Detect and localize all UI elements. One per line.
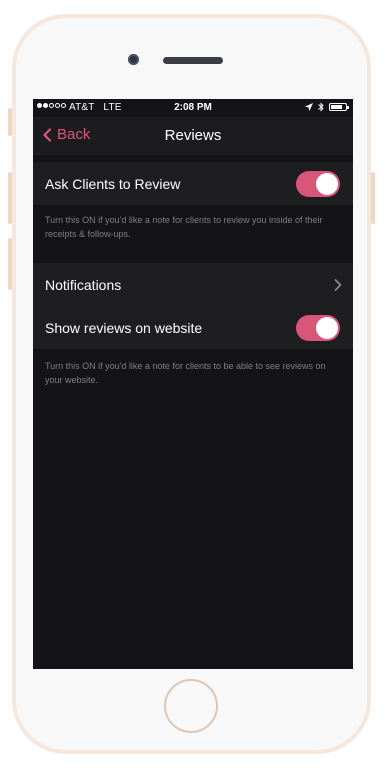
ask-clients-review-toggle[interactable]	[296, 170, 340, 197]
earpiece-speaker	[163, 57, 223, 64]
notifications-row[interactable]: Notifications	[33, 263, 353, 306]
show-reviews-toggle[interactable]	[296, 314, 340, 341]
show-reviews-note: Turn this ON if you'd like a note for cl…	[45, 361, 326, 385]
show-reviews-row[interactable]: Show reviews on website	[33, 306, 353, 349]
mute-switch	[8, 108, 12, 136]
app-screen: AT&T LTE 2:08 PM Back Reviews Ask Client…	[33, 99, 353, 669]
volume-up-button	[8, 172, 12, 224]
notifications-label: Notifications	[45, 276, 122, 293]
battery-level-fill	[331, 105, 342, 109]
location-arrow-icon	[305, 103, 313, 111]
home-button[interactable]	[164, 679, 218, 733]
ask-clients-review-label: Ask Clients to Review	[45, 175, 181, 192]
volume-down-button	[8, 238, 12, 290]
battery-icon	[329, 103, 349, 111]
chevron-right-icon	[334, 278, 342, 291]
status-bar: AT&T LTE 2:08 PM	[33, 99, 353, 117]
front-camera	[128, 54, 139, 65]
show-reviews-label: Show reviews on website	[45, 319, 203, 336]
page-title: Reviews	[164, 127, 222, 144]
power-button	[371, 172, 375, 224]
toggle-knob	[316, 172, 338, 195]
status-icons	[305, 102, 349, 112]
navigation-bar: Back Reviews	[33, 117, 353, 155]
bluetooth-icon	[318, 102, 324, 112]
toggle-knob	[316, 316, 338, 339]
ask-clients-review-note: Turn this ON if you'd like a note for cl…	[45, 215, 323, 239]
ask-clients-review-row[interactable]: Ask Clients to Review	[33, 162, 353, 205]
